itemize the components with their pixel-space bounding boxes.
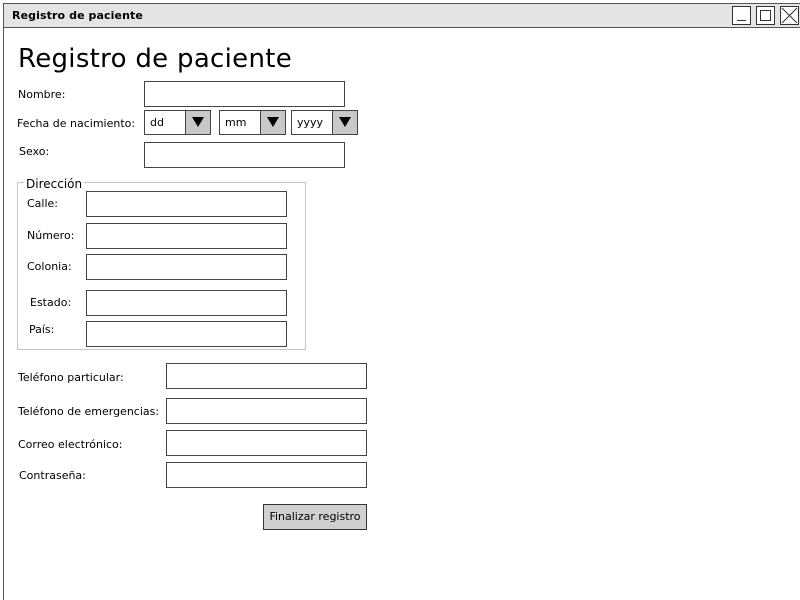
colonia-input[interactable] [86,254,287,280]
triangle-down-icon[interactable] [185,111,210,134]
calle-label: Calle: [27,197,59,210]
direccion-legend: Dirección [24,177,85,191]
page-title: Registro de paciente [18,44,293,74]
numero-label: Número: [27,229,75,242]
year-select[interactable]: yyyy [291,110,358,135]
day-select[interactable]: dd [144,110,211,135]
telefono-particular-label: Teléfono particular: [18,371,124,384]
estado-label: Estado: [30,296,72,309]
month-select[interactable]: mm [219,110,286,135]
nombre-label: Nombre: [18,88,66,101]
calle-input[interactable] [86,191,287,217]
sexo-input[interactable] [144,142,345,168]
correo-label: Correo electrónico: [18,438,123,451]
direccion-group: Dirección Calle: Número: Colonia: Estado… [17,177,306,350]
window-title: Registro de paciente [12,9,143,22]
finalizar-registro-button[interactable]: Finalizar registro [263,504,367,530]
contrasena-label: Contraseña: [19,469,86,482]
close-icon[interactable] [780,6,799,25]
colonia-label: Colonia: [27,260,72,273]
sexo-label: Sexo: [19,145,50,158]
telefono-emergencias-label: Teléfono de emergencias: [18,405,160,418]
numero-input[interactable] [86,223,287,249]
contrasena-input[interactable] [166,462,367,488]
triangle-down-icon[interactable] [260,111,285,134]
pais-label: País: [29,323,55,336]
triangle-down-icon[interactable] [332,111,357,134]
app-window: Registro de paciente Registro de pacient… [3,3,800,600]
title-bar[interactable]: Registro de paciente [4,4,800,28]
fecha-nacimiento-label: Fecha de nacimiento: [17,117,136,130]
minimize-icon[interactable] [732,6,751,25]
correo-input[interactable] [166,430,367,456]
day-select-value: dd [150,116,164,129]
year-select-value: yyyy [297,116,324,129]
month-select-value: mm [225,116,247,129]
nombre-input[interactable] [144,81,345,107]
pais-input[interactable] [86,321,287,347]
telefono-particular-input[interactable] [166,363,367,389]
telefono-emergencias-input[interactable] [166,398,367,424]
estado-input[interactable] [86,290,287,316]
maximize-icon[interactable] [756,6,775,25]
